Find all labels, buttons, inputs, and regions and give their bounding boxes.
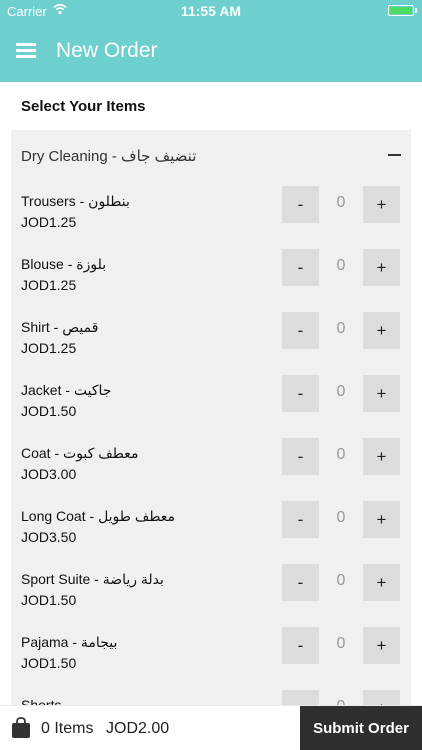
page-title: New Order xyxy=(56,39,158,62)
item-price: JOD3.50 xyxy=(21,529,77,545)
item-name: Blouse - بلوزة xyxy=(21,256,107,272)
quantity-value: 0 xyxy=(336,635,346,652)
increment-button[interactable]: + xyxy=(363,627,400,664)
decrement-button[interactable]: - xyxy=(282,186,319,223)
decrement-button[interactable]: - xyxy=(282,249,319,286)
battery-icon xyxy=(388,5,417,16)
section-title: Select Your Items xyxy=(21,98,146,115)
minus-icon[interactable] xyxy=(388,154,401,156)
increment-button[interactable]: + xyxy=(363,249,400,286)
item-price: JOD1.50 xyxy=(21,592,77,608)
category-header[interactable]: Dry Cleaning - تنضيف جاف xyxy=(11,130,411,182)
category-panel: Dry Cleaning - تنضيف جاف Trousers - بنطل… xyxy=(11,130,411,710)
item-name: Jacket - جاكيت xyxy=(21,382,112,398)
increment-button[interactable]: + xyxy=(363,438,400,475)
quantity-value: 0 xyxy=(336,194,346,211)
item-name: Coat - معطف كبوت xyxy=(21,445,139,461)
list-item: Sport Suite - بدلة رياضة JOD1.50 - 0 + xyxy=(11,564,411,634)
submit-order-button[interactable]: Submit Order xyxy=(300,706,422,750)
decrement-button[interactable]: - xyxy=(282,375,319,412)
list-item: Trousers - بنطلون JOD1.25 - 0 + xyxy=(11,186,411,256)
items-count: 0 Items xyxy=(41,720,94,737)
quantity-value: 0 xyxy=(336,383,346,400)
item-name: Shirt - قميص xyxy=(21,319,99,335)
list-item: Shirt - قميص JOD1.25 - 0 + xyxy=(11,312,411,382)
quantity-value: 0 xyxy=(336,446,346,463)
category-name: Dry Cleaning - تنضيف جاف xyxy=(21,148,197,165)
item-name: Sport Suite - بدلة رياضة xyxy=(21,571,164,587)
shopping-bag-icon xyxy=(11,717,31,739)
decrement-button[interactable]: - xyxy=(282,501,319,538)
decrement-button[interactable]: - xyxy=(282,438,319,475)
item-name: Long Coat - معطف طويل xyxy=(21,508,176,524)
item-price: JOD1.25 xyxy=(21,340,77,356)
item-price: JOD3.00 xyxy=(21,466,77,482)
quantity-value: 0 xyxy=(336,509,346,526)
header-bar: Carrier 11:55 AM New Order xyxy=(0,0,422,82)
item-price: JOD1.50 xyxy=(21,655,77,671)
order-total: JOD2.00 xyxy=(106,720,170,737)
nav-bar: New Order xyxy=(0,22,422,82)
increment-button[interactable]: + xyxy=(363,501,400,538)
status-bar: Carrier 11:55 AM xyxy=(0,0,422,22)
quantity-value: 0 xyxy=(336,572,346,589)
item-price: JOD1.25 xyxy=(21,277,77,293)
order-summary-bar: 0 Items JOD2.00 Submit Order xyxy=(0,705,422,750)
list-item: Long Coat - معطف طويل JOD3.50 - 0 + xyxy=(11,501,411,571)
increment-button[interactable]: + xyxy=(363,564,400,601)
item-name: Trousers - بنطلون xyxy=(21,193,130,209)
list-item: Pajama - بيجامة JOD1.50 - 0 + xyxy=(11,627,411,697)
list-item: Coat - معطف كبوت JOD3.00 - 0 + xyxy=(11,438,411,508)
quantity-value: 0 xyxy=(336,257,346,274)
list-item: Jacket - جاكيت JOD1.50 - 0 + xyxy=(11,375,411,445)
decrement-button[interactable]: - xyxy=(282,312,319,349)
item-price: JOD1.50 xyxy=(21,403,77,419)
list-item: Blouse - بلوزة JOD1.25 - 0 + xyxy=(11,249,411,319)
decrement-button[interactable]: - xyxy=(282,564,319,601)
quantity-value: 0 xyxy=(336,320,346,337)
clock: 11:55 AM xyxy=(180,3,242,19)
increment-button[interactable]: + xyxy=(363,375,400,412)
increment-button[interactable]: + xyxy=(363,312,400,349)
item-price: JOD1.25 xyxy=(21,214,77,230)
item-name: Pajama - بيجامة xyxy=(21,634,118,650)
decrement-button[interactable]: - xyxy=(282,627,319,664)
hamburger-menu-icon[interactable] xyxy=(16,42,38,60)
increment-button[interactable]: + xyxy=(363,186,400,223)
